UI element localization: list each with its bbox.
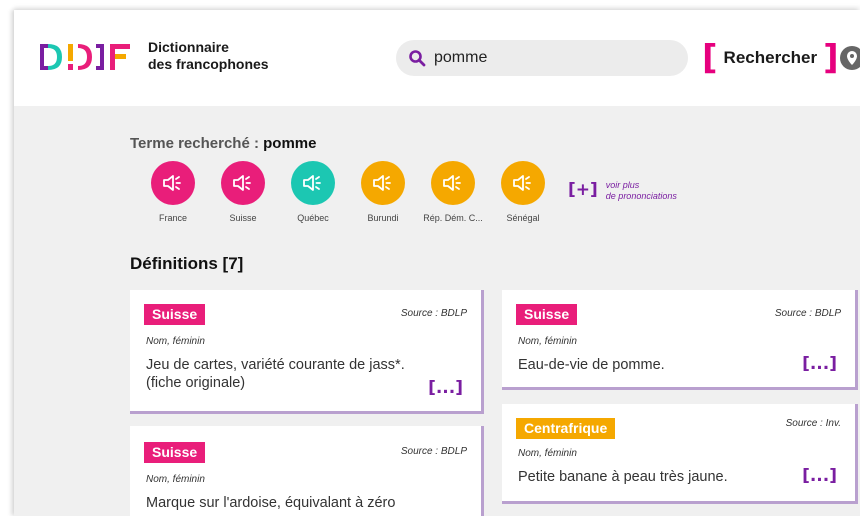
speaker-icon bbox=[513, 175, 531, 191]
grammar-label: Nom, féminin bbox=[146, 474, 205, 485]
searched-term-value: pomme bbox=[263, 135, 317, 152]
definition-card: Suisse Source : BDLP Nom, féminin Marque… bbox=[130, 426, 484, 516]
pronunciation-item: Québec bbox=[278, 161, 348, 223]
brand-line-2: des francophones bbox=[148, 56, 269, 72]
read-more-button[interactable]: [...] bbox=[428, 378, 463, 398]
speaker-button[interactable] bbox=[361, 161, 409, 210]
grammar-label: Nom, féminin bbox=[518, 336, 577, 347]
speaker-icon bbox=[443, 175, 461, 191]
speaker-icon bbox=[373, 175, 391, 191]
site-brand[interactable]: Dictionnaire des francophones bbox=[148, 39, 269, 73]
search-input[interactable]: pomme bbox=[396, 40, 688, 76]
more-pronunciations-icon: [+] bbox=[568, 180, 598, 200]
region-tag: Suisse bbox=[144, 304, 206, 325]
pronunciation-label: Burundi bbox=[367, 213, 399, 223]
pronunciation-label: Rép. Dém. C... bbox=[423, 213, 483, 223]
bracket-left: [ bbox=[702, 38, 718, 78]
pronunciation-item: Sénégal bbox=[488, 161, 558, 223]
source-label: Source : BDLP bbox=[400, 308, 467, 319]
source-label: Source : BDLP bbox=[400, 446, 467, 457]
brand-line-1: Dictionnaire bbox=[148, 39, 229, 55]
speaker-button[interactable] bbox=[501, 161, 549, 210]
read-more-button[interactable]: [...] bbox=[802, 354, 837, 374]
definitions-title: Définitions [7] bbox=[130, 254, 244, 273]
speaker-button[interactable] bbox=[291, 161, 339, 210]
search-button[interactable]: [ Rechercher ] bbox=[702, 40, 839, 76]
read-more-button[interactable]: [...] bbox=[802, 466, 837, 486]
definition-card: Centrafrique Source : Inv. Nom, féminin … bbox=[502, 404, 858, 504]
region-tag: Suisse bbox=[144, 442, 206, 463]
site-header: Dictionnaire des francophones pomme [ Re… bbox=[14, 10, 860, 106]
bracket-right: ] bbox=[823, 38, 839, 78]
pronunciation-item: Rép. Dém. C... bbox=[418, 161, 488, 223]
speaker-button[interactable] bbox=[151, 161, 199, 210]
app-frame: Dictionnaire des francophones pomme [ Re… bbox=[14, 10, 860, 516]
definition-text: Marque sur l'ardoise, équivalant à zéro bbox=[146, 495, 396, 511]
grammar-label: Nom, féminin bbox=[146, 336, 205, 347]
searched-term-label: Terme recherché : bbox=[130, 135, 259, 152]
more-pronunciations-line-1: voir plus bbox=[605, 180, 640, 190]
region-tag: Suisse bbox=[516, 304, 578, 325]
definition-line-2[interactable]: (fiche originale) bbox=[146, 374, 405, 392]
more-pronunciations-line-2: de prononciations bbox=[605, 191, 677, 201]
definition-text: Jeu de cartes, variété courante de jass*… bbox=[146, 356, 405, 392]
speaker-button[interactable] bbox=[221, 161, 269, 210]
definition-text: Petite banane à peau très jaune. bbox=[518, 469, 728, 485]
site-logo[interactable] bbox=[38, 42, 134, 72]
pronunciation-label: Suisse bbox=[229, 213, 257, 223]
definition-text: Eau-de-vie de pomme. bbox=[518, 357, 665, 373]
pronunciation-item: Burundi bbox=[348, 161, 418, 223]
search-button-label: Rechercher bbox=[723, 48, 818, 67]
more-pronunciations-text: voir plus de prononciations bbox=[606, 180, 677, 202]
source-label: Source : BDLP bbox=[774, 308, 841, 319]
speaker-icon bbox=[303, 175, 321, 191]
speaker-icon bbox=[233, 175, 251, 191]
search-icon bbox=[409, 50, 426, 67]
definition-line-1: Jeu de cartes, variété courante de jass*… bbox=[146, 357, 405, 373]
pronunciation-item: Suisse bbox=[208, 161, 278, 223]
pronunciation-label: Québec bbox=[297, 213, 329, 223]
source-label: Source : Inv. bbox=[785, 418, 841, 429]
definition-card: Suisse Source : BDLP Nom, féminin Jeu de… bbox=[130, 290, 484, 414]
pronunciation-list: France Suisse Québec Burundi Rép. Dém. C... S… bbox=[138, 161, 558, 223]
speaker-button[interactable] bbox=[431, 161, 479, 210]
region-tag: Centrafrique bbox=[516, 418, 616, 439]
search-value: pomme bbox=[434, 49, 488, 66]
more-pronunciations-link[interactable]: [+] voir plus de prononciations bbox=[568, 180, 677, 202]
grammar-label: Nom, féminin bbox=[518, 448, 577, 459]
speaker-icon bbox=[163, 175, 181, 191]
definition-card: Suisse Source : BDLP Nom, féminin Eau-de… bbox=[502, 290, 858, 390]
pronunciation-label: Sénégal bbox=[506, 213, 540, 223]
searched-term: Terme recherché : pomme bbox=[130, 135, 316, 152]
pronunciation-label: France bbox=[158, 213, 187, 223]
location-pin-icon[interactable] bbox=[840, 46, 860, 70]
pronunciation-item: France bbox=[138, 161, 208, 223]
